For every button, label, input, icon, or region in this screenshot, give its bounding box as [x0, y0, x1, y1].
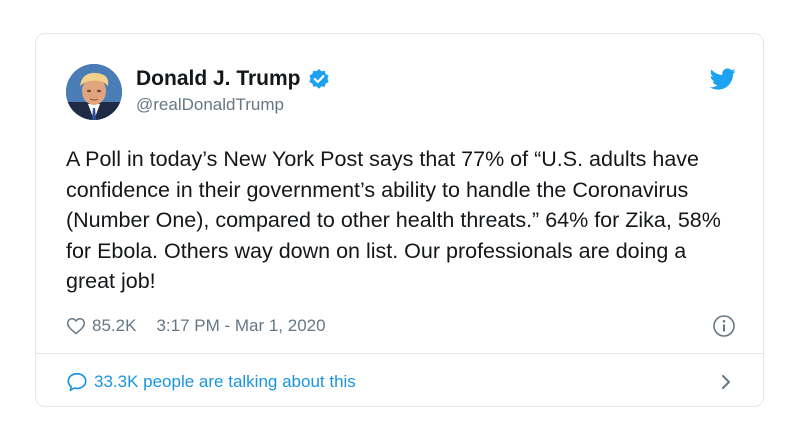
info-icon[interactable] [712, 314, 736, 338]
display-name[interactable]: Donald J. Trump [136, 67, 301, 91]
conversation-link[interactable]: 33.3K people are talking about this [66, 367, 736, 397]
heart-icon[interactable] [66, 316, 86, 336]
divider [36, 353, 763, 354]
tweet-text: A Poll in today’s New York Post says tha… [66, 147, 721, 293]
speech-bubble-icon [66, 371, 88, 393]
display-name-row: Donald J. Trump [136, 67, 330, 91]
tweet-card: Donald J. Trump @realDonaldTrump A Poll … [35, 33, 764, 407]
tweet-timestamp[interactable]: 3:17 PM - Mar 1, 2020 [156, 316, 325, 336]
tweet-meta: 85.2K 3:17 PM - Mar 1, 2020 [66, 312, 736, 340]
tweet-header: Donald J. Trump @realDonaldTrump [66, 64, 736, 124]
verified-badge-icon [308, 68, 330, 90]
chevron-right-icon[interactable] [716, 372, 736, 392]
user-names: Donald J. Trump @realDonaldTrump [136, 67, 330, 115]
talking-count-label[interactable]: 33.3K people are talking about this [94, 372, 356, 392]
user-handle[interactable]: @realDonaldTrump [136, 95, 330, 115]
like-count[interactable]: 85.2K [92, 316, 136, 336]
avatar[interactable] [66, 64, 122, 120]
twitter-bird-icon[interactable] [709, 66, 736, 92]
